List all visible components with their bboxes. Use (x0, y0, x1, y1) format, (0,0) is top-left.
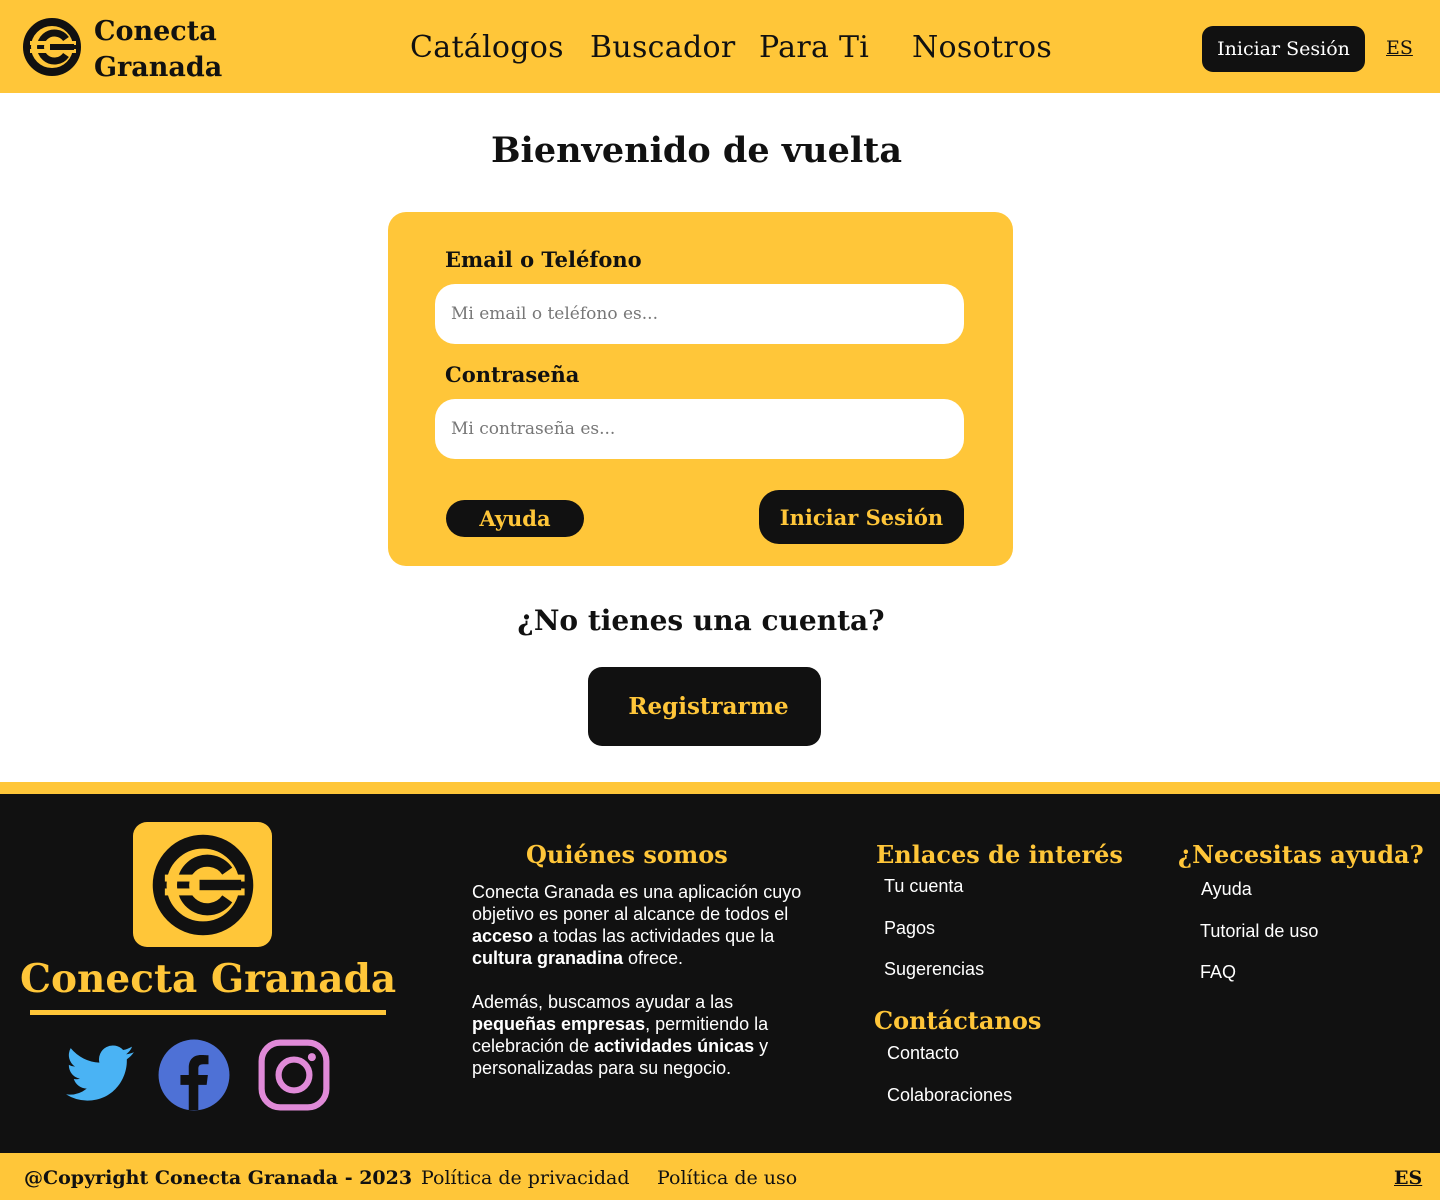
about-text-segment: a todas las actividades que la (533, 926, 775, 946)
about-text-bold: pequeñas empresas (472, 1014, 646, 1034)
about-text-bold: acceso (472, 926, 534, 946)
instagram-icon[interactable] (257, 1038, 331, 1112)
brand-line-2: Granada (94, 52, 223, 83)
footer-link-sugerencias[interactable]: Sugerencias (884, 959, 984, 980)
links-heading: Enlaces de interés (876, 840, 1123, 869)
bottom-bar: @Copyright Conecta Granada - 2023 Políti… (0, 1153, 1440, 1200)
footer-logo-icon (133, 822, 272, 947)
footer-brand-underline (30, 1010, 386, 1015)
brand-name[interactable]: Conecta Granada (94, 14, 223, 86)
footer-link-ayuda[interactable]: Ayuda (1201, 879, 1252, 900)
register-button[interactable]: Registrarme (588, 667, 821, 746)
help-button[interactable]: Ayuda (446, 500, 584, 537)
about-text-bold: actividades únicas (594, 1036, 755, 1056)
password-field[interactable] (435, 399, 964, 459)
footer-link-faq[interactable]: FAQ (1200, 962, 1236, 983)
password-label: Contraseña (445, 362, 580, 387)
usage-policy-link[interactable]: Política de uso (657, 1167, 797, 1189)
about-text-segment: Además, buscamos ayudar a las (472, 992, 734, 1012)
footer-link-contacto[interactable]: Contacto (887, 1043, 959, 1064)
footer-link-tutorial[interactable]: Tutorial de uso (1200, 921, 1318, 942)
bottom-language-selector[interactable]: ES (1394, 1167, 1422, 1189)
about-paragraph-1: Conecta Granada es una aplicación cuyo o… (472, 881, 802, 969)
privacy-policy-link[interactable]: Política de privacidad (421, 1167, 630, 1189)
brand-line-1: Conecta (94, 16, 217, 47)
login-submit-button[interactable]: Iniciar Sesión (759, 490, 964, 544)
about-text-segment: Conecta Granada es una aplicación cuyo o… (472, 882, 802, 924)
about-text: Conecta Granada es una aplicación cuyo o… (472, 881, 802, 1079)
footer-brand-name: Conecta Granada (20, 956, 397, 1002)
footer-link-pagos[interactable]: Pagos (884, 918, 935, 939)
conecta-logo-icon[interactable] (22, 17, 82, 77)
no-account-heading: ¿No tienes una cuenta? (517, 604, 885, 637)
nav-buscador[interactable]: Buscador (590, 30, 735, 65)
twitter-icon[interactable] (63, 1038, 137, 1112)
email-label: Email o Teléfono (445, 247, 642, 272)
copyright-text: @Copyright Conecta Granada - 2023 (24, 1167, 413, 1189)
about-heading: Quiénes somos (526, 840, 728, 869)
about-text-segment: ofrece. (623, 948, 684, 968)
login-form: Email o Teléfono Contraseña Ayuda Inicia… (388, 212, 1013, 566)
nav-catalogos[interactable]: Catálogos (410, 30, 564, 65)
facebook-icon[interactable] (157, 1038, 231, 1112)
nav-para-ti[interactable]: Para Ti (759, 30, 869, 65)
email-field[interactable] (435, 284, 964, 344)
header-login-button[interactable]: Iniciar Sesión (1202, 26, 1365, 72)
top-header: Conecta Granada Catálogos Buscador Para … (0, 0, 1440, 93)
footer-divider (0, 782, 1440, 794)
about-text-bold: cultura granadina (472, 948, 624, 968)
footer-link-tu-cuenta[interactable]: Tu cuenta (884, 876, 963, 897)
language-selector[interactable]: ES (1386, 37, 1413, 59)
page-title: Bienvenido de vuelta (490, 130, 903, 171)
footer: Conecta Granada Quiénes somos Conecta Gr… (0, 794, 1440, 1153)
nav-nosotros[interactable]: Nosotros (912, 30, 1052, 65)
contact-heading: Contáctanos (874, 1006, 1042, 1035)
footer-link-colaboraciones[interactable]: Colaboraciones (887, 1085, 1012, 1106)
help-heading: ¿Necesitas ayuda? (1178, 840, 1424, 869)
about-paragraph-2: Además, buscamos ayudar a las pequeñas e… (472, 991, 802, 1079)
